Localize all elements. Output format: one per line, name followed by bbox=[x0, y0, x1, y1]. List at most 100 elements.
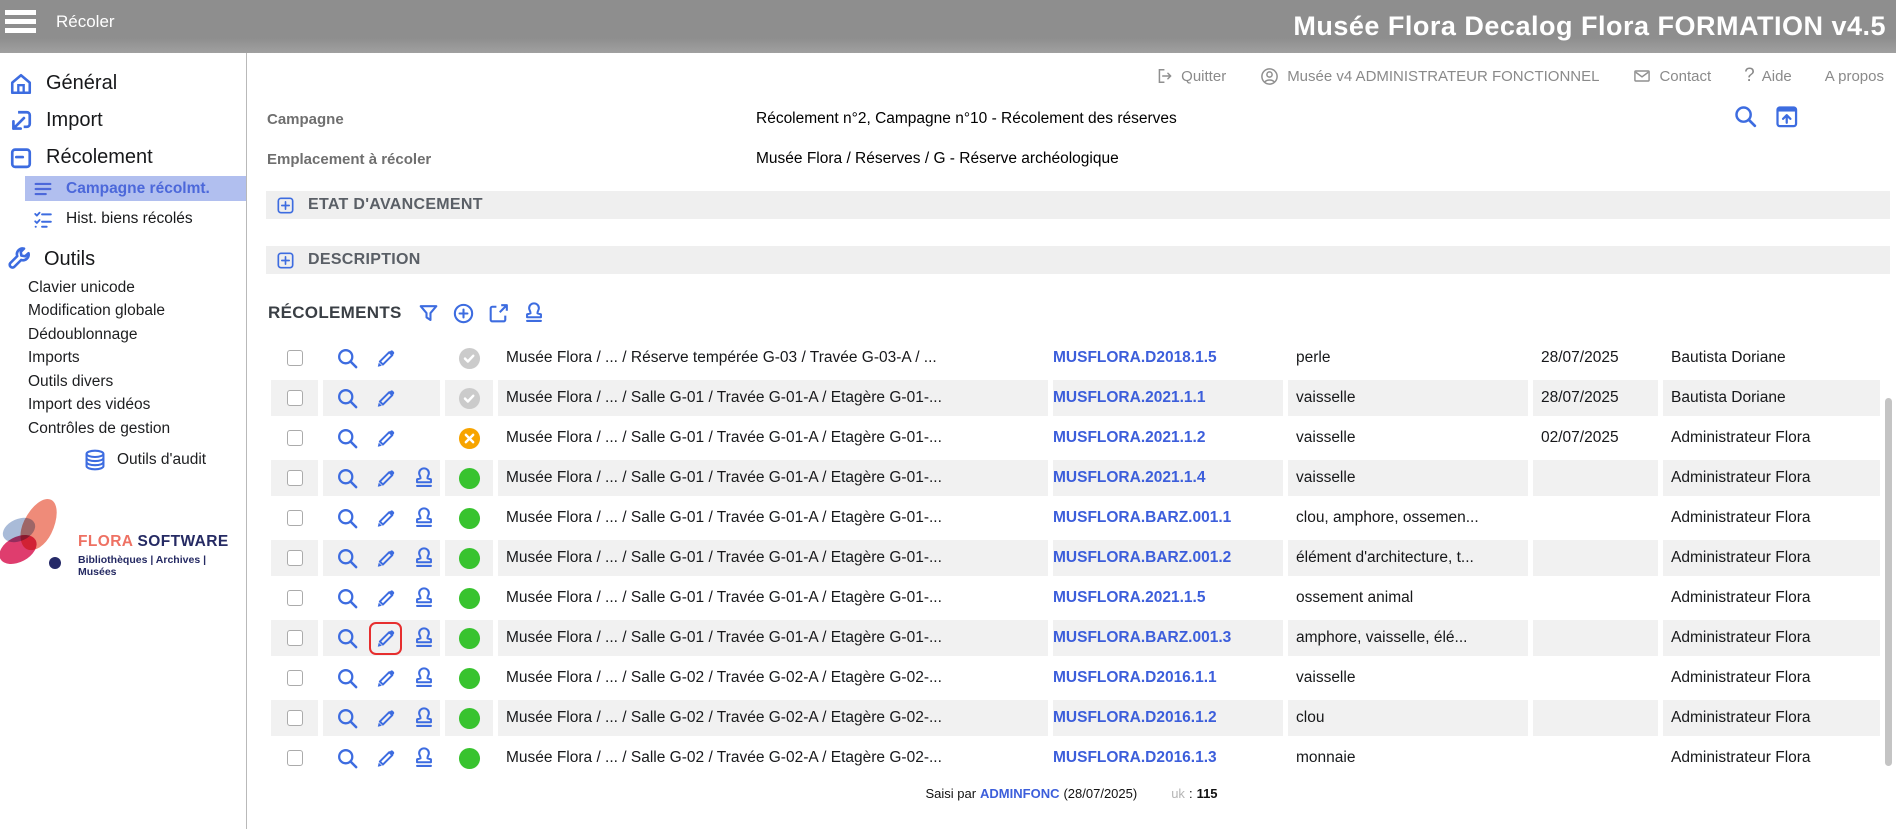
section-description[interactable]: DESCRIPTION bbox=[266, 246, 1890, 274]
row-stamp-icon[interactable] bbox=[411, 705, 437, 731]
table-row: Musée Flora / ... / Salle G-01 / Travée … bbox=[271, 538, 1880, 578]
sidebar-item-campagne-recolement[interactable]: Campagne récolmt. bbox=[25, 176, 246, 201]
row-stamp-icon[interactable] bbox=[411, 745, 437, 771]
row-checkbox[interactable] bbox=[287, 670, 303, 686]
status-icon bbox=[458, 387, 481, 410]
sidebar-item-import-des-videos[interactable]: Import des vidéos bbox=[0, 394, 246, 418]
filter-icon[interactable] bbox=[416, 301, 441, 326]
row-view-icon[interactable] bbox=[335, 666, 360, 691]
row-view-icon[interactable] bbox=[335, 506, 360, 531]
row-id-link[interactable]: MUSFLORA.BARZ.001.2 bbox=[1053, 549, 1231, 567]
row-checkbox[interactable] bbox=[287, 470, 303, 486]
table-row: Musée Flora / ... / Salle G-01 / Travée … bbox=[271, 578, 1880, 618]
about-link[interactable]: A propos bbox=[1825, 68, 1884, 85]
sidebar-item-imports[interactable]: Imports bbox=[0, 347, 246, 371]
row-view-icon[interactable] bbox=[335, 746, 360, 771]
sidebar-item-outils-divers[interactable]: Outils divers bbox=[0, 370, 246, 394]
row-checkbox[interactable] bbox=[287, 630, 303, 646]
row-edit-icon[interactable] bbox=[369, 742, 402, 773]
stamp-icon[interactable] bbox=[521, 300, 547, 326]
current-user[interactable]: Musée v4 ADMINISTRATEUR FONCTIONNEL bbox=[1259, 66, 1599, 87]
row-id-link[interactable]: MUSFLORA.D2016.1.1 bbox=[1053, 669, 1217, 687]
row-view-icon[interactable] bbox=[335, 706, 360, 731]
row-view-icon[interactable] bbox=[335, 426, 360, 451]
user-icon bbox=[1259, 66, 1280, 87]
contact-link[interactable]: Contact bbox=[1632, 66, 1711, 86]
row-location: Musée Flora / ... / Salle G-01 / Travée … bbox=[498, 500, 1048, 536]
row-checkbox[interactable] bbox=[287, 550, 303, 566]
row-edit-icon[interactable] bbox=[369, 502, 402, 535]
row-edit-icon[interactable] bbox=[369, 582, 402, 615]
row-id-link[interactable]: MUSFLORA.BARZ.001.3 bbox=[1053, 629, 1231, 647]
row-checkbox[interactable] bbox=[287, 390, 303, 406]
row-designation: vaisselle bbox=[1288, 420, 1528, 456]
row-id-link[interactable]: MUSFLORA.D2016.1.2 bbox=[1053, 709, 1217, 727]
sidebar: Général Import Récolement Campagne récol… bbox=[0, 53, 246, 829]
quit-button[interactable]: Quitter bbox=[1154, 66, 1226, 86]
row-id-link[interactable]: MUSFLORA.2021.1.4 bbox=[1053, 469, 1205, 487]
row-checkbox[interactable] bbox=[287, 510, 303, 526]
row-id-link[interactable]: MUSFLORA.D2016.1.3 bbox=[1053, 749, 1217, 767]
row-view-icon[interactable] bbox=[335, 346, 360, 371]
export-window-icon[interactable] bbox=[1773, 103, 1800, 130]
add-icon[interactable] bbox=[451, 301, 476, 326]
row-view-icon[interactable] bbox=[335, 546, 360, 571]
sidebar-item-outils[interactable]: Outils bbox=[0, 242, 246, 276]
row-checkbox[interactable] bbox=[287, 710, 303, 726]
row-checkbox[interactable] bbox=[287, 750, 303, 766]
row-stamp-icon[interactable] bbox=[411, 665, 437, 691]
row-stamp-icon[interactable] bbox=[411, 465, 437, 491]
row-id-link[interactable]: MUSFLORA.D2018.1.5 bbox=[1053, 349, 1217, 367]
sidebar-item-outils-audit[interactable]: Outils d'audit bbox=[0, 445, 246, 475]
open-in-new-icon[interactable] bbox=[486, 301, 511, 326]
row-id-link[interactable]: MUSFLORA.BARZ.001.1 bbox=[1053, 509, 1231, 527]
row-id-link[interactable]: MUSFLORA.2021.1.5 bbox=[1053, 589, 1205, 607]
row-checkbox[interactable] bbox=[287, 590, 303, 606]
vertical-scrollbar[interactable] bbox=[1885, 398, 1892, 766]
row-edit-icon[interactable] bbox=[369, 462, 402, 495]
row-designation: ossement animal bbox=[1288, 580, 1528, 616]
search-icon[interactable] bbox=[1732, 103, 1759, 130]
row-location: Musée Flora / ... / Salle G-01 / Travée … bbox=[498, 540, 1048, 576]
help-link[interactable]: ? Aide bbox=[1744, 65, 1792, 87]
sidebar-item-controles-de-gestion[interactable]: Contrôles de gestion bbox=[0, 417, 246, 441]
sidebar-item-modification-globale[interactable]: Modification globale bbox=[0, 300, 246, 324]
sidebar-item-recolement[interactable]: Récolement bbox=[0, 139, 246, 176]
location-label: Emplacement à récoler bbox=[267, 151, 756, 168]
logo-dot bbox=[49, 557, 61, 569]
sidebar-item-clavier-unicode[interactable]: Clavier unicode bbox=[0, 276, 246, 300]
row-edit-icon[interactable] bbox=[369, 542, 402, 575]
row-view-icon[interactable] bbox=[335, 386, 360, 411]
sidebar-item-dedoublonnage[interactable]: Dédoublonnage bbox=[0, 323, 246, 347]
row-checkbox[interactable] bbox=[287, 350, 303, 366]
status-footer: Saisi par ADMINFONC (28/07/2025) uk : 11… bbox=[247, 786, 1896, 801]
section-etat-avancement[interactable]: ETAT D'AVANCEMENT bbox=[266, 191, 1890, 219]
row-view-icon[interactable] bbox=[335, 466, 360, 491]
row-edit-icon[interactable] bbox=[369, 422, 402, 455]
uk-sep: : bbox=[1189, 786, 1193, 801]
sidebar-item-import[interactable]: Import bbox=[0, 102, 246, 139]
row-view-icon[interactable] bbox=[335, 586, 360, 611]
row-checkbox[interactable] bbox=[287, 430, 303, 446]
sidebar-item-hist-biens-recoles[interactable]: Hist. biens récolés bbox=[0, 206, 246, 231]
sidebar-item-general[interactable]: Général bbox=[0, 65, 246, 102]
hamburger-menu-icon[interactable] bbox=[5, 6, 36, 38]
campaign-value: Récolement n°2, Campagne n°10 - Récoleme… bbox=[756, 110, 1627, 128]
row-edit-icon[interactable] bbox=[369, 622, 402, 655]
row-stamp-icon[interactable] bbox=[411, 625, 437, 651]
row-stamp-icon[interactable] bbox=[411, 505, 437, 531]
section-title: DESCRIPTION bbox=[308, 251, 421, 269]
row-edit-icon[interactable] bbox=[369, 702, 402, 735]
row-designation: amphore, vaisselle, élé... bbox=[1288, 620, 1528, 656]
row-edit-icon[interactable] bbox=[369, 382, 402, 415]
status-icon bbox=[458, 627, 481, 650]
row-stamp-icon[interactable] bbox=[411, 585, 437, 611]
row-edit-icon[interactable] bbox=[369, 342, 402, 375]
row-stamp-icon[interactable] bbox=[411, 545, 437, 571]
row-id-link[interactable]: MUSFLORA.2021.1.2 bbox=[1053, 429, 1205, 447]
page-title: Récoler bbox=[56, 12, 115, 32]
row-edit-icon[interactable] bbox=[369, 662, 402, 695]
row-id-link[interactable]: MUSFLORA.2021.1.1 bbox=[1053, 389, 1205, 407]
database-icon bbox=[82, 447, 108, 473]
row-view-icon[interactable] bbox=[335, 626, 360, 651]
